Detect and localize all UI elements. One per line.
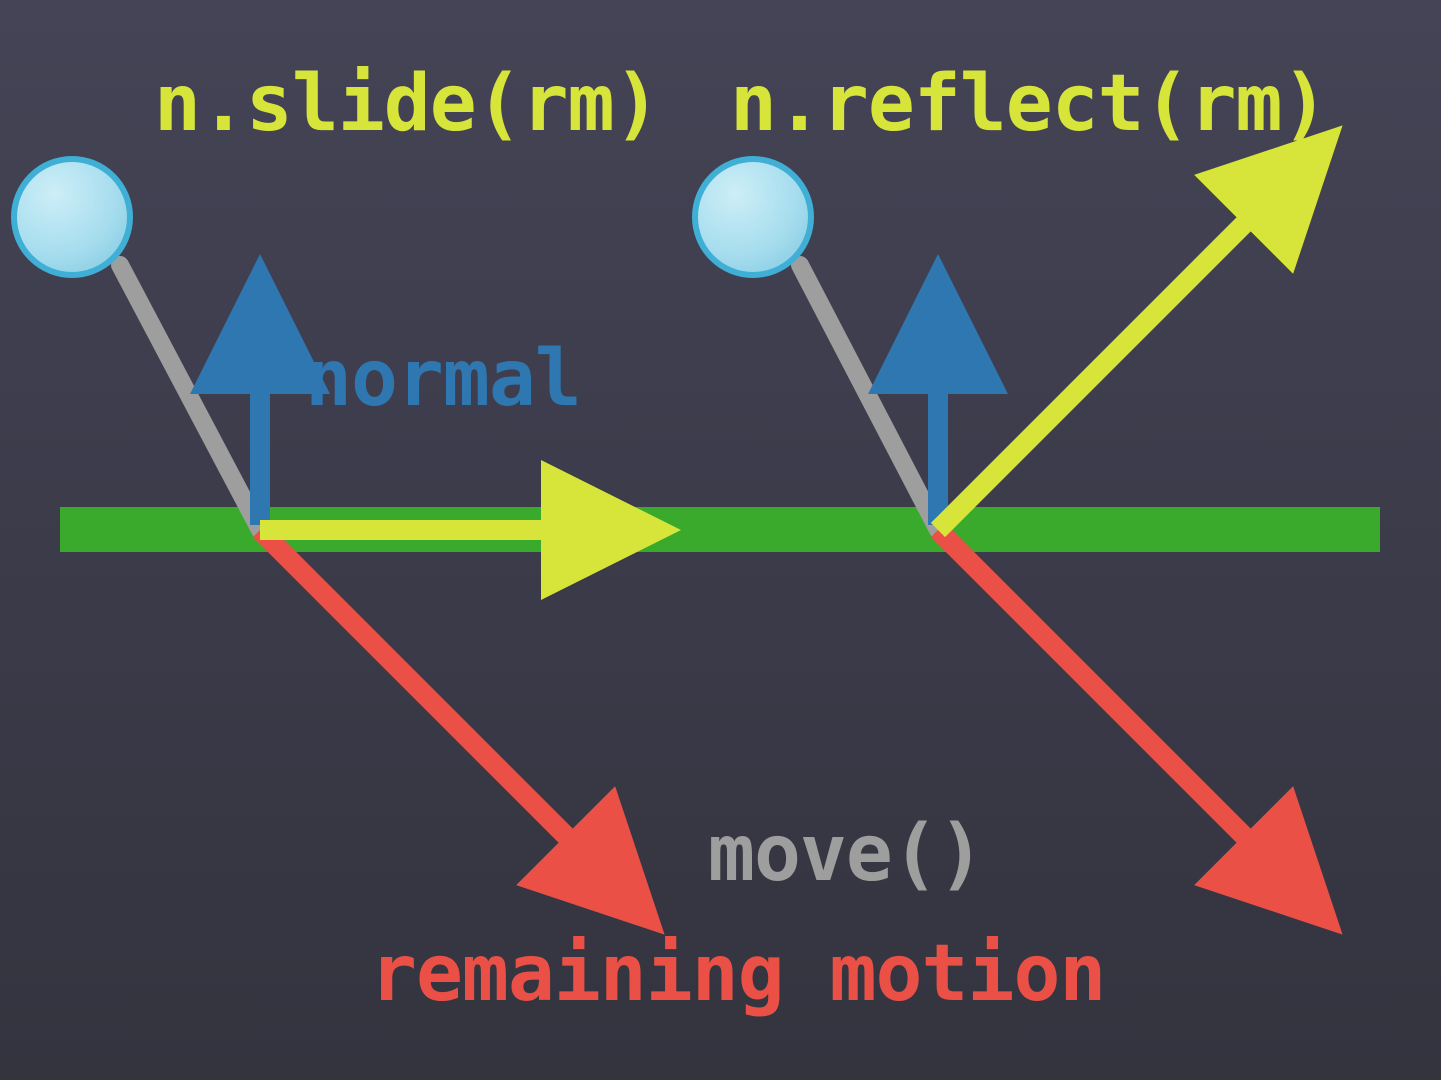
label-reflect: n.reflect(rm)	[730, 59, 1327, 149]
move-trajectory-left	[120, 265, 260, 530]
remaining-motion-left	[260, 530, 625, 895]
ball-right	[695, 159, 811, 275]
label-slide: n.slide(rm)	[154, 59, 660, 149]
reflect-vector	[938, 165, 1303, 530]
label-normal: normal	[305, 334, 581, 424]
move-trajectory-right	[800, 265, 938, 530]
ball-left	[14, 159, 130, 275]
collision-diagram: n.slide(rm) n.reflect(rm) normal move() …	[0, 0, 1441, 1080]
label-remaining-motion: remaining motion	[370, 929, 1105, 1019]
label-move: move()	[708, 809, 984, 899]
remaining-motion-right	[938, 530, 1303, 895]
